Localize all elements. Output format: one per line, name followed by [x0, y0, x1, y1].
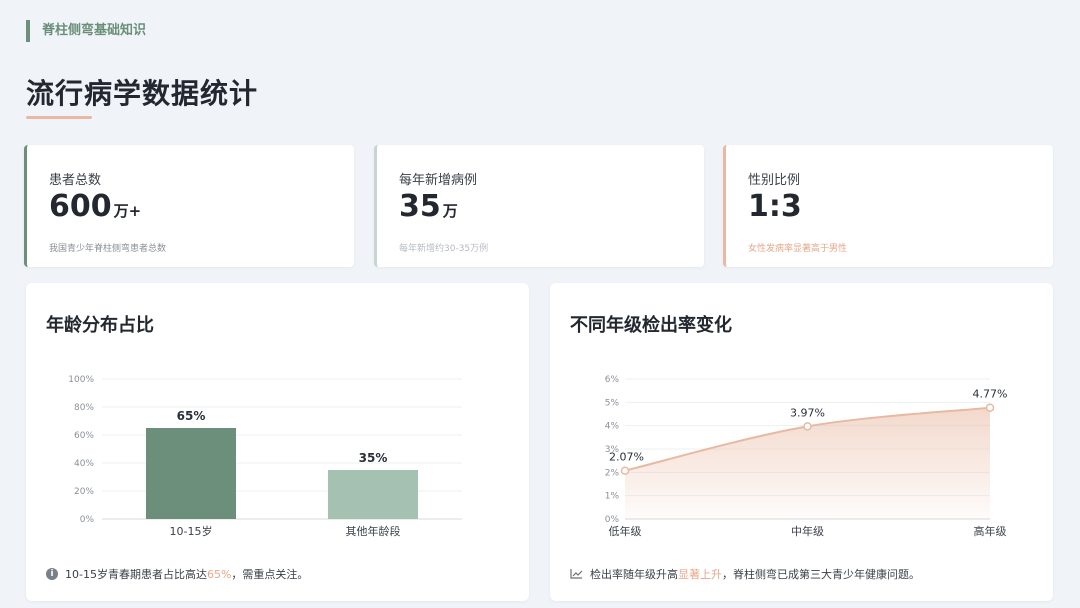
data-point — [985, 403, 995, 412]
stat-unit: 万 — [442, 202, 458, 220]
footnote-text-end: ，脊柱侧弯已成第三大青少年健康问题。 — [722, 568, 920, 581]
point-data-label: 3.97% — [790, 406, 825, 419]
stat-card-new-cases: 每年新增病例 35 万 每年新增约30-35万例 — [374, 145, 704, 267]
stat-unit: 万+ — [113, 202, 142, 220]
x-tick-label: 其他年龄段 — [346, 524, 401, 538]
bar — [146, 428, 236, 519]
stat-label: 患者总数 — [49, 173, 102, 188]
stat-label: 每年新增病例 — [399, 173, 478, 188]
stat-card-gender-ratio: 性别比例 1:3 女性发病率显著高于男性 — [723, 145, 1053, 267]
y-tick-label: 0% — [605, 515, 620, 525]
point-data-label: 2.07% — [609, 451, 644, 464]
stat-note: 每年新增约30-35万例 — [399, 244, 489, 254]
x-tick-label: 高年级 — [974, 524, 1007, 538]
y-tick-label: 4% — [605, 422, 620, 432]
section-tag: 脊柱侧弯基础知识 — [26, 20, 146, 42]
data-point — [620, 466, 630, 475]
age-chart-footnote: i 10-15岁青春期患者占比高达 65% ，需重点关注。 — [46, 566, 308, 582]
y-tick-label: 2% — [605, 468, 620, 478]
footnote-text: 10-15岁青春期患者占比高达 — [65, 568, 207, 581]
bar-data-label: 65% — [177, 409, 206, 423]
age-chart-card: 年龄分布占比 0% 20% 40% 60% 80% 100% 65% 10-15岁 35% 其他年… — [26, 283, 529, 601]
age-bar-chart: 0% 20% 40% 60% 80% 100% 65% 10-15岁 35% 其他年龄段 — [68, 375, 462, 538]
grade-area-chart: 0%1%2%3%4%5%6%2.07%低年级3.97%中年级4.77%高年级 — [605, 375, 1008, 538]
stat-note: 我国青少年脊柱侧弯患者总数 — [49, 244, 167, 254]
stat-card-total-patients: 患者总数 600 万+ 我国青少年脊柱侧弯患者总数 — [24, 145, 354, 267]
info-icon: i — [46, 568, 58, 580]
stat-value: 35 — [399, 189, 441, 224]
grade-chart-footnote: 检出率随年级升高 显著上升 ，脊柱侧弯已成第三大青少年健康问题。 — [570, 566, 920, 582]
point-data-label: 4.77% — [973, 388, 1008, 401]
y-tick-label: 40% — [74, 459, 94, 469]
stat-label: 性别比例 — [748, 173, 801, 188]
page-title: 流行病学数据统计 — [26, 77, 259, 110]
footnote-highlight: 65% — [206, 567, 232, 581]
footnote-highlight: 显著上升 — [678, 568, 722, 581]
y-tick-label: 6% — [605, 375, 620, 385]
stat-note: 女性发病率显著高于男性 — [748, 244, 848, 254]
x-tick-label: 中年级 — [791, 524, 824, 538]
stat-value: 600 — [49, 189, 112, 224]
x-tick-label: 10-15岁 — [170, 524, 213, 538]
y-tick-label: 0% — [80, 515, 95, 525]
y-tick-label: 20% — [74, 487, 94, 497]
footnote-text-end: ，需重点关注。 — [231, 568, 309, 581]
bar — [328, 470, 418, 519]
bar-data-label: 35% — [359, 451, 388, 465]
y-tick-label: 100% — [68, 375, 94, 385]
y-tick-label: 1% — [605, 492, 620, 502]
footnote-text: 检出率随年级升高 — [590, 568, 678, 581]
trend-icon — [570, 569, 583, 579]
y-tick-label: 80% — [74, 403, 94, 413]
x-tick-label: 低年级 — [609, 524, 642, 538]
stat-value: 1:3 — [748, 189, 802, 224]
y-tick-label: 5% — [605, 398, 620, 408]
grade-chart-card: 不同年级检出率变化 0% 1% 2% 3% 4% 5% 6% 2.07% 低年级 3.97% 中年级… — [550, 283, 1053, 601]
y-tick-label: 60% — [74, 431, 94, 441]
data-point — [803, 422, 812, 431]
title-underline — [26, 116, 92, 119]
